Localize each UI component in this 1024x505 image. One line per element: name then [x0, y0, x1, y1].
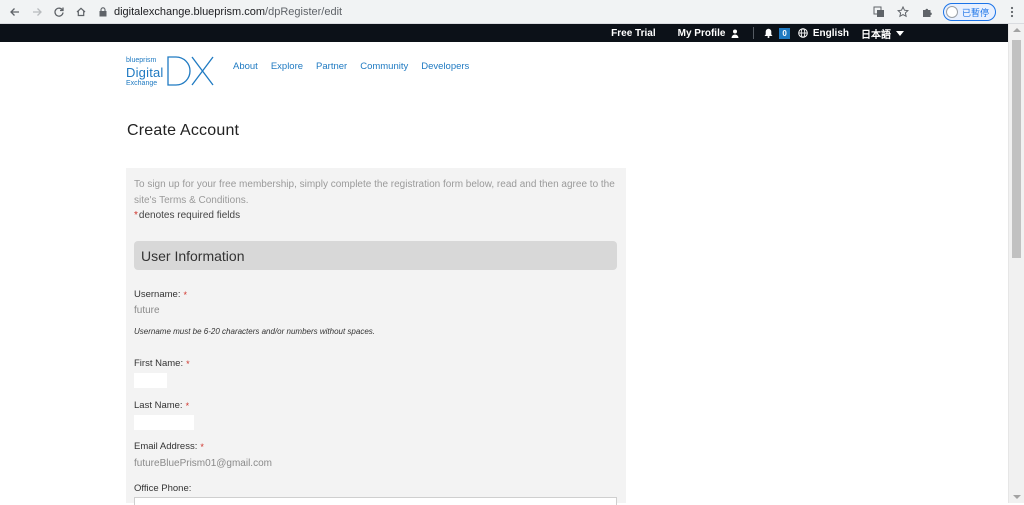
reload-icon[interactable]	[50, 3, 68, 21]
required-marker: *	[186, 358, 190, 369]
form-intro-text: To sign up for your free membership, sim…	[134, 179, 615, 206]
extensions-icon[interactable]	[919, 4, 935, 20]
nav-community[interactable]: Community	[360, 61, 408, 72]
my-profile-link[interactable]: My Profile	[678, 28, 740, 39]
first-name-input[interactable]	[134, 373, 167, 388]
required-marker: *	[183, 289, 187, 300]
required-note-text: denotes required fields	[138, 210, 241, 221]
language-selector-english[interactable]: English	[798, 28, 849, 39]
office-phone-label-text: Office Phone:	[134, 483, 192, 494]
menu-kebab-icon[interactable]	[1004, 4, 1020, 20]
nav-developers[interactable]: Developers	[421, 61, 469, 72]
profile-button[interactable]: 已暫停	[942, 3, 996, 21]
logo-dx-mark	[167, 56, 214, 86]
bookmark-star-icon[interactable]	[895, 4, 911, 20]
page-title: Create Account	[127, 122, 240, 139]
site-topbar: Free Trial My Profile 0 English 日本語	[0, 24, 1008, 42]
logo-digital-text: Digital	[126, 65, 164, 80]
last-name-input[interactable]	[134, 415, 194, 430]
username-label: Username: *	[134, 289, 187, 300]
url-text: digitalexchange.blueprism.com/dpRegister…	[114, 6, 342, 18]
section-title: User Information	[141, 247, 245, 264]
logo-blueprism-text: blueprism	[126, 57, 157, 64]
first-name-label-text: First Name:	[134, 358, 184, 369]
globe-icon	[798, 28, 808, 38]
url-host: digitalexchange.blueprism.com	[114, 5, 266, 18]
language-dropdown-japanese[interactable]: 日本語	[861, 26, 904, 41]
last-name-label: Last Name: *	[134, 400, 189, 411]
address-bar[interactable]: digitalexchange.blueprism.com/dpRegister…	[92, 2, 864, 21]
home-icon[interactable]	[72, 3, 90, 21]
site-logo[interactable]: blueprism Digital Exchange	[126, 56, 218, 90]
user-information-header: User Information	[134, 241, 617, 270]
notifications-button[interactable]: 0	[764, 27, 790, 39]
nav-partner[interactable]: Partner	[316, 61, 347, 72]
caret-down-icon	[896, 30, 904, 36]
email-value[interactable]: futureBluePrism01@gmail.com	[134, 458, 272, 469]
required-marker: *	[134, 210, 138, 221]
username-value[interactable]: future	[134, 305, 160, 316]
avatar	[945, 6, 958, 18]
scroll-up-arrow-icon[interactable]	[1013, 28, 1021, 32]
notification-count-badge: 0	[779, 27, 790, 39]
scroll-down-arrow-icon[interactable]	[1013, 495, 1021, 499]
topbar-divider	[753, 27, 755, 39]
browser-toolbar: digitalexchange.blueprism.com/dpRegister…	[0, 0, 1024, 24]
required-marker: *	[185, 400, 190, 411]
email-label: Email Address: *	[134, 441, 204, 452]
site-nav: About Explore Partner Community Develope…	[233, 61, 482, 72]
user-icon	[731, 29, 739, 38]
bell-icon	[764, 28, 773, 38]
page-scrollbar[interactable]	[1008, 24, 1024, 503]
japanese-label: 日本語	[861, 29, 891, 41]
forward-icon[interactable]	[28, 3, 46, 21]
back-icon[interactable]	[6, 3, 24, 21]
url-path: /dpRegister/edit	[265, 5, 343, 18]
free-trial-link[interactable]: Free Trial	[611, 28, 655, 39]
first-name-label: First Name: *	[134, 358, 190, 369]
my-profile-label: My Profile	[677, 27, 726, 39]
email-label-text: Email Address:	[134, 441, 198, 452]
required-fields-note: * denotes required fields	[134, 210, 240, 221]
scroll-thumb[interactable]	[1012, 40, 1021, 258]
required-marker: *	[200, 441, 204, 452]
username-hint: Username must be 6-20 characters and/or …	[134, 327, 376, 336]
office-phone-input[interactable]	[134, 497, 617, 505]
registration-form: To sign up for your free membership, sim…	[126, 168, 626, 505]
office-phone-label: Office Phone:	[134, 483, 191, 494]
profile-status-label: 已暫停	[961, 7, 989, 18]
username-label-text: Username:	[134, 289, 181, 300]
logo-exchange-text: Exchange	[126, 80, 158, 87]
lock-icon[interactable]	[98, 6, 108, 18]
nav-about[interactable]: About	[233, 61, 258, 72]
language-label: English	[812, 27, 849, 39]
nav-explore[interactable]: Explore	[271, 61, 303, 72]
translate-icon[interactable]	[871, 4, 887, 20]
last-name-label-text: Last Name:	[134, 400, 183, 411]
